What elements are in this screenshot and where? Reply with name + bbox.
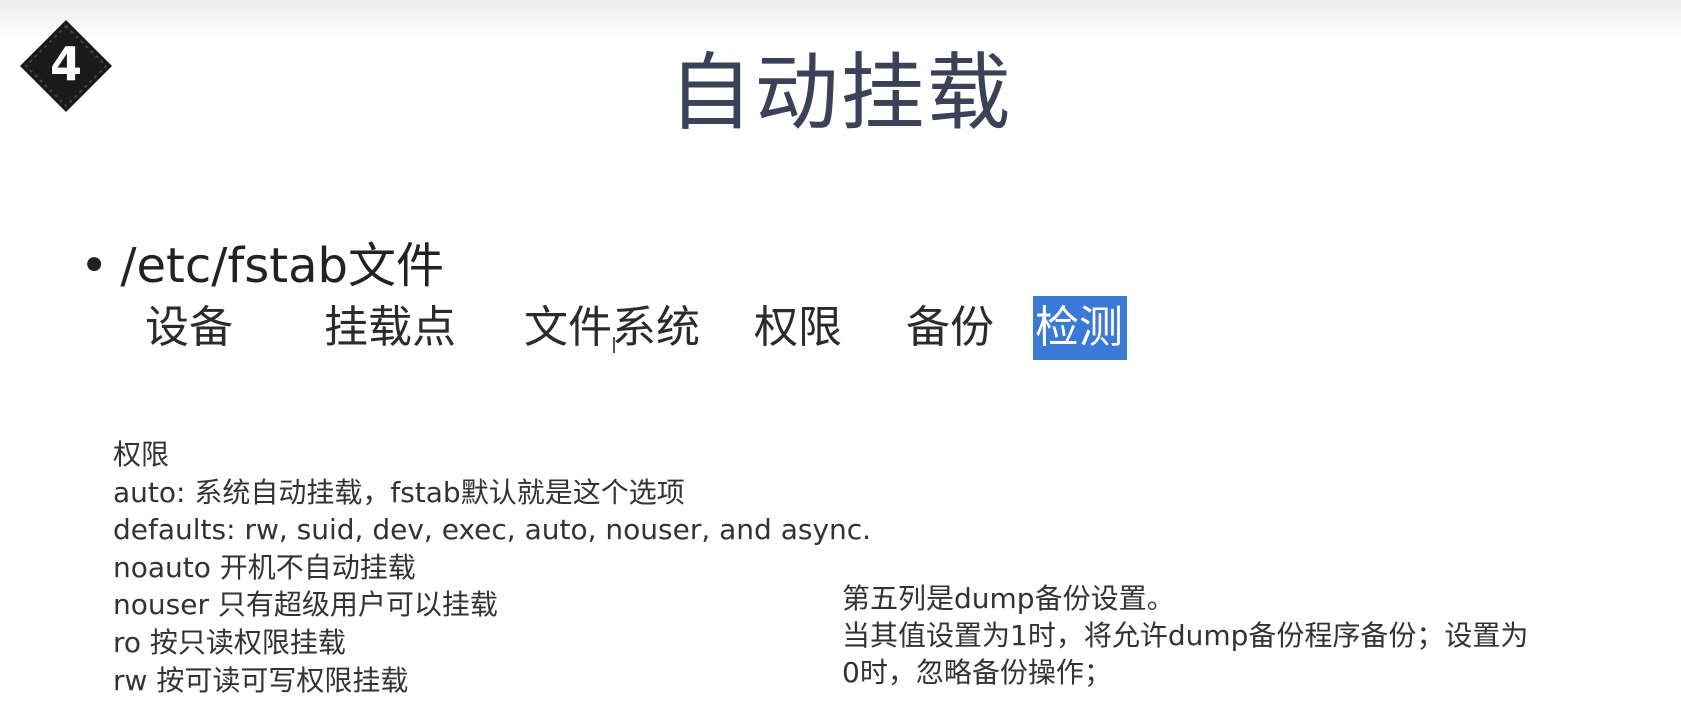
bullet-dot: • [80,238,109,294]
dump-notes: 第五列是dump备份设置。 当其值设置为1时，将允许dump备份程序备份；设置为… [842,580,1528,691]
options-line: noauto 开机不自动挂载 [113,550,416,584]
fstab-columns: 设备 挂载点 文件系统 权限 备份 检测 [0,296,1681,360]
column-permissions: 权限 [754,302,842,353]
bullet-item: •/etc/fstab文件 [80,236,444,296]
options-heading: 权限 [113,438,170,471]
column-filesystem: 文件系统 [524,302,700,353]
text-cursor-icon [613,337,615,353]
options-line: ro 按只读权限挂载 [113,625,346,659]
dump-line: 当其值设置为1时，将允许dump备份程序备份；设置为 [842,619,1529,652]
top-band [0,0,1681,40]
options-line: nouser 只有超级用户可以挂载 [113,588,498,622]
column-mount-point: 挂载点 [324,302,456,353]
column-device: 设备 [145,302,233,353]
dump-line: 第五列是dump备份设置。 [842,582,1175,615]
options-line: defaults: rw, suid, dev, exec, auto, nou… [113,513,872,547]
bullet-text: /etc/fstab文件 [120,238,445,294]
column-backup: 备份 [906,302,994,353]
slide-title: 自动挂载 [668,44,1013,142]
column-check-selected[interactable]: 检测 [1033,296,1127,360]
options-line: auto: 系统自动挂载，fstab默认就是这个选项 [113,475,685,509]
options-line: rw 按可读可写权限挂载 [113,663,409,697]
options-notes: 权限 auto: 系统自动挂载，fstab默认就是这个选项 defaults: … [113,436,871,699]
dump-line: 0时，忽略备份操作； [842,656,1112,689]
